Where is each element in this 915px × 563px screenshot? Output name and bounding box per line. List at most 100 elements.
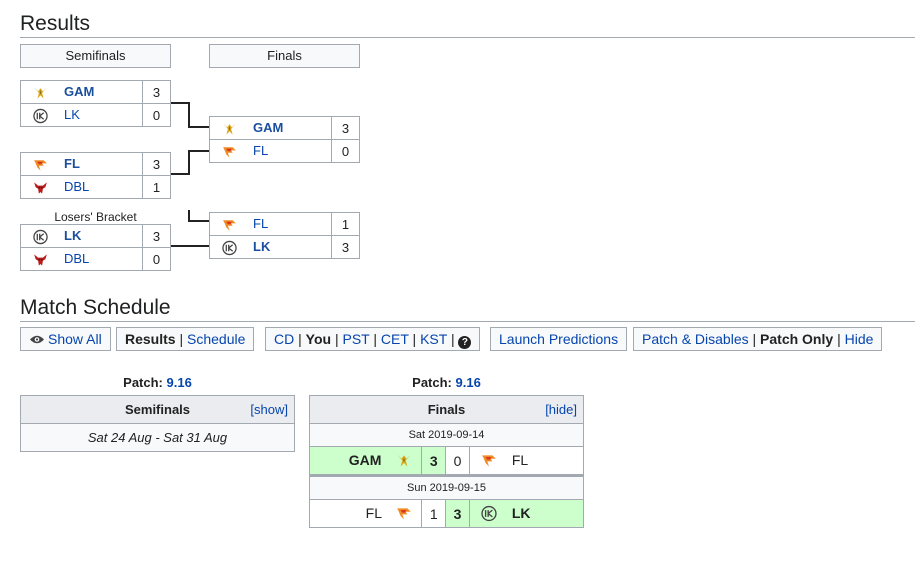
bracket-team-row: GAM 3: [20, 80, 171, 104]
bracket-team-row: DBL 0: [20, 247, 171, 271]
hide-link[interactable]: Hide: [845, 331, 874, 347]
schedule-divider: [20, 321, 915, 322]
results-divider: [20, 37, 915, 38]
tz-cd-link[interactable]: CD: [274, 331, 294, 347]
separator: |: [450, 331, 455, 347]
patch-disables-link[interactable]: Patch & Disables: [642, 331, 749, 347]
tz-cet-link[interactable]: CET: [381, 331, 409, 347]
match-team1-cell: FL: [308, 499, 423, 528]
results-heading: Results: [20, 12, 91, 35]
match-team1-name: FL: [365, 504, 382, 521]
separator: |: [298, 331, 302, 347]
team-score: 3: [331, 117, 359, 139]
match-team2-name: FL: [511, 451, 529, 468]
team-name-link[interactable]: LK: [253, 239, 270, 254]
help-icon[interactable]: ?: [458, 336, 472, 349]
bracket-connector: [188, 126, 209, 128]
semis-patch-line: Patch: 9.16: [20, 375, 295, 390]
team-score: 0: [142, 104, 170, 126]
bracket-match-semi2: FL 3 DBL 1: [20, 152, 171, 199]
results-view-button[interactable]: Results: [125, 331, 176, 347]
launch-predictions-label: Launch Predictions: [499, 331, 619, 347]
match-team1-name: GAM: [348, 451, 382, 468]
team-name-link[interactable]: FL: [64, 156, 80, 171]
semis-table-title: Semifinals: [124, 402, 191, 417]
bracket-team-row: DBL 1: [20, 175, 171, 199]
team-score: 3: [142, 81, 170, 103]
dbl-logo-icon: [32, 180, 49, 196]
team-name-link[interactable]: DBL: [64, 251, 89, 266]
bracket-phase-semifinals: Semifinals: [20, 44, 171, 68]
team-score: 3: [142, 225, 170, 247]
bracket-team-row: FL 1: [209, 212, 360, 236]
match-date: Sun 2019-09-15: [309, 474, 584, 500]
bracket-team-row: LK 3: [209, 235, 360, 259]
match-date: Sat 2019-09-14: [309, 423, 584, 447]
finals-hide-toggle[interactable]: [hide]: [545, 402, 577, 417]
patch-only-button[interactable]: Patch Only: [760, 331, 833, 347]
semis-show-toggle[interactable]: [show]: [250, 402, 288, 417]
gam-logo-icon: [395, 452, 413, 469]
launch-predictions-button[interactable]: Launch Predictions: [490, 327, 628, 351]
fl-logo-icon: [221, 217, 238, 233]
match-score1: 3: [421, 446, 447, 476]
finals-table-title: Finals: [427, 402, 466, 417]
bracket-team-row: LK 0: [20, 103, 171, 127]
team-name-link[interactable]: LK: [64, 107, 80, 122]
lk-logo-icon: [32, 108, 49, 124]
separator: |: [373, 331, 377, 347]
finals-table-header: Finals [hide]: [309, 395, 584, 424]
timezone-toggle-group: CD | You | PST | CET | KST | ?: [265, 327, 481, 351]
match-team2-cell: LK: [468, 499, 585, 528]
match-team2-cell: FL: [468, 446, 585, 476]
tz-kst-link[interactable]: KST: [420, 331, 447, 347]
bracket-match-losers: LK 3 DBL 0: [20, 224, 171, 271]
match-team2-name: LK: [511, 504, 531, 521]
semis-date-range: Sat 24 Aug - Sat 31 Aug: [20, 423, 295, 452]
show-all-button[interactable]: Show All: [20, 327, 111, 351]
team-name-link[interactable]: GAM: [253, 120, 283, 135]
bracket-connector: [171, 245, 209, 247]
fl-logo-icon: [480, 452, 498, 469]
schedule-view-link[interactable]: Schedule: [187, 331, 245, 347]
patch-version-link[interactable]: 9.16: [456, 375, 481, 390]
bracket-match-final1: GAM 3 FL 0: [209, 116, 360, 163]
team-name-link[interactable]: FL: [253, 143, 268, 158]
team-score: 3: [142, 153, 170, 175]
dbl-logo-icon: [32, 252, 49, 268]
finals-schedule-table: Finals [hide] Sat 2019-09-14 GAM 3 0 FL …: [308, 395, 585, 528]
semis-schedule-table: Semifinals [show] Sat 24 Aug - Sat 31 Au…: [20, 395, 295, 452]
patch-label: Patch:: [412, 375, 452, 390]
patch-label: Patch:: [123, 375, 163, 390]
finals-patch-line: Patch: 9.16: [309, 375, 584, 390]
bracket-connector: [188, 220, 209, 222]
team-score: 1: [331, 213, 359, 235]
team-name-link[interactable]: LK: [64, 228, 81, 243]
separator: |: [179, 331, 184, 347]
tz-you-button[interactable]: You: [306, 331, 331, 347]
bracket-team-row: FL 0: [209, 139, 360, 163]
lk-logo-icon: [221, 240, 238, 256]
view-toggle-group: Results | Schedule: [116, 327, 255, 351]
bracket-phase-finals: Finals: [209, 44, 360, 68]
lk-logo-icon: [480, 505, 498, 522]
semis-table-header: Semifinals [show]: [20, 395, 295, 424]
match-team1-cell: GAM: [308, 446, 423, 476]
bracket-connector: [188, 150, 209, 152]
bracket-team-row: FL 3: [20, 152, 171, 176]
show-all-label: Show All: [48, 331, 102, 347]
team-name-link[interactable]: GAM: [64, 84, 94, 99]
team-name-link[interactable]: FL: [253, 216, 268, 231]
match-score2: 0: [445, 446, 470, 476]
bracket-team-row: LK 3: [20, 224, 171, 248]
match-score2: 3: [445, 499, 470, 528]
bracket-team-row: GAM 3: [209, 116, 360, 140]
separator: |: [837, 331, 841, 347]
patch-version-link[interactable]: 9.16: [167, 375, 192, 390]
match-score1: 1: [421, 499, 447, 528]
team-name-link[interactable]: DBL: [64, 179, 89, 194]
team-score: 0: [331, 140, 359, 162]
bracket-connector: [188, 150, 190, 175]
tz-pst-link[interactable]: PST: [342, 331, 369, 347]
team-score: 1: [142, 176, 170, 198]
